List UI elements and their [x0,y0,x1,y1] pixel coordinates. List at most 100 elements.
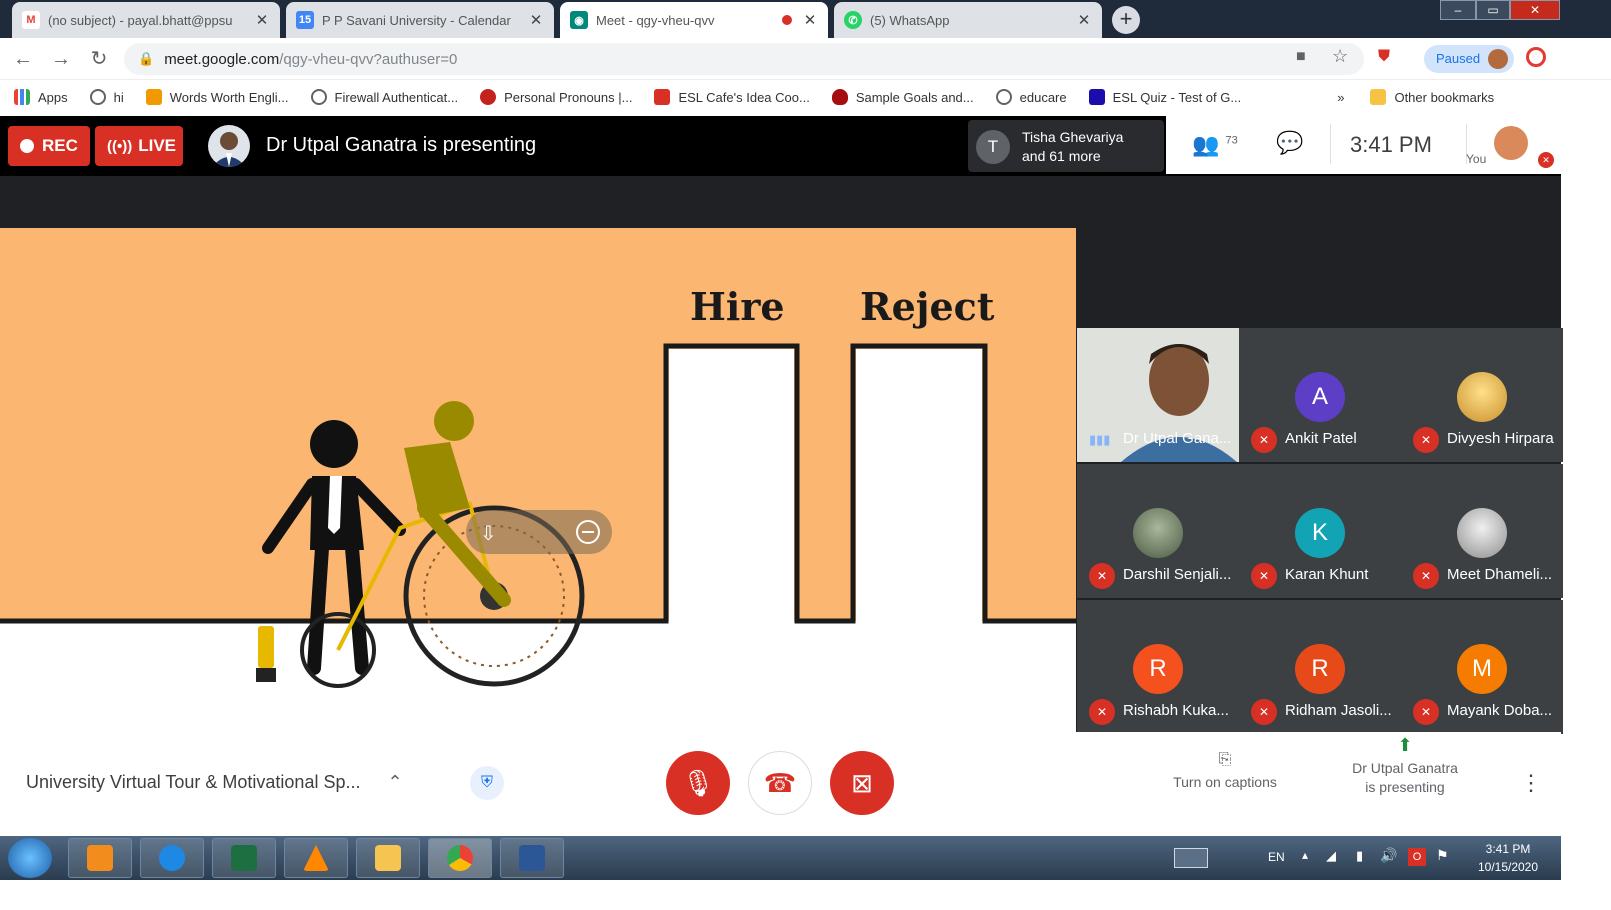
meeting-clock: 3:41 PM [1350,132,1432,157]
participant-avatar: K [1295,508,1345,558]
bookmark-apps[interactable]: Apps [14,89,68,105]
bookmark-educare[interactable]: educare [995,89,1067,105]
bookmark-star-icon[interactable]: ☆ [1332,46,1348,67]
keyboard-icon[interactable] [1174,848,1208,868]
close-tab-icon[interactable]: ✕ [1076,11,1092,29]
mic-off-icon: ✕ [1413,699,1439,725]
tab-meet[interactable]: ◉ Meet - qgy-vheu-qvv ✕ [560,2,828,38]
taskbar-excel[interactable] [212,838,276,878]
bookmark-hi[interactable]: hi [89,89,124,105]
close-tab-icon[interactable]: ✕ [528,11,544,29]
bookmark-pronouns[interactable]: Personal Pronouns |... [480,89,632,105]
participant-name: Meet Dhameli... [1447,566,1553,583]
participant-tile[interactable]: ✕ Meet Dhameli... [1401,464,1563,598]
participant-name: Ridham Jasoli... [1285,702,1392,719]
leave-call-button[interactable]: ☎ [748,751,812,815]
opera-icon[interactable] [1526,47,1546,67]
taskbar-internet-explorer[interactable] [140,838,204,878]
participant-tile[interactable]: ✕ Darshil Senjali... [1077,464,1239,598]
bookmarks-overflow-button[interactable]: » [1337,90,1344,105]
chat-button[interactable]: 💬 [1276,130,1303,156]
network-icon[interactable]: ◢ [1326,848,1336,864]
participant-name: Karan Khunt [1285,566,1369,583]
more-options-icon[interactable]: ⋮ [1520,770,1542,796]
meeting-details-button[interactable]: University Virtual Tour & Motivational S… [26,772,403,793]
new-tab-button[interactable]: + [1112,6,1140,34]
record-dot-icon [20,139,34,153]
participant-tile[interactable]: R ✕ Rishabh Kuka... [1077,600,1239,734]
language-indicator[interactable]: EN [1268,850,1285,864]
participant-name: Ankit Patel [1285,430,1357,447]
captions-label: Turn on captions [1173,774,1277,790]
word-icon [519,845,545,871]
participant-tile-video[interactable]: ▮▮▮ Dr Utpal Gana... [1077,328,1239,462]
bookmark-esl-cafe[interactable]: ESL Cafe's Idea Coo... [654,89,810,105]
chrome-icon [447,845,473,871]
url-path: /qgy-vheu-qvv?authuser=0 [279,50,458,68]
participant-name: Dr Utpal Gana... [1123,430,1232,447]
you-label: You [1466,152,1487,166]
bookmark-esl-quiz[interactable]: ESL Quiz - Test of G... [1088,89,1241,105]
participant-tile[interactable]: A ✕ Ankit Patel [1239,328,1401,462]
captions-button[interactable]: ⎘ Turn on captions [1160,750,1290,792]
participant-tile[interactable]: M ✕ Mayank Doba... [1401,600,1563,734]
bookmark-words-worth[interactable]: Words Worth Engli... [145,89,289,105]
taskbar-word[interactable] [500,838,564,878]
close-window-button[interactable]: ✕ [1510,0,1560,20]
presenting-line2: is presenting [1365,779,1445,795]
taskbar-media-player[interactable] [68,838,132,878]
bookmark-sample-goals[interactable]: Sample Goals and... [831,89,974,105]
start-button[interactable] [8,838,52,878]
presenting-line1: Dr Utpal Ganatra [1352,760,1458,776]
joiner-name: Tisha Ghevariya [1022,129,1124,145]
tab-gmail[interactable]: M (no subject) - payal.bhatt@ppsu ✕ [12,2,280,38]
presentation-button[interactable]: ⬆ Dr Utpal Ganatra is presenting [1340,736,1470,797]
participant-tile[interactable]: ✕ Divyesh Hirpara [1401,328,1563,462]
bookmark-label: Firewall Authenticat... [334,89,459,105]
taskbar-vlc[interactable] [284,838,348,878]
address-bar[interactable]: 🔒 meet.google.com /qgy-vheu-qvv?authuser… [124,43,1364,75]
live-label: LIVE [138,136,177,155]
meet-icon: ◉ [570,11,588,29]
captions-icon: ⎘ [1218,751,1232,768]
system-clock[interactable]: 3:41 PM 10/15/2020 [1468,840,1548,876]
battery-icon[interactable]: ▮ [1356,848,1363,864]
tab-whatsapp[interactable]: ✆ (5) WhatsApp ✕ [834,2,1102,38]
bookmark-firewall[interactable]: Firewall Authenticat... [310,89,459,105]
other-bookmarks-button[interactable]: Other bookmarks [1370,89,1494,105]
ww-icon [145,89,162,105]
profile-paused-button[interactable]: Paused [1424,45,1514,73]
host-controls-shield-icon[interactable]: ⛨ [470,766,504,800]
reload-button[interactable]: ↻ [86,46,112,72]
close-tab-icon[interactable]: ✕ [254,11,270,29]
camera-toggle-button[interactable]: ⊠ [830,751,894,815]
microphone-toggle-button[interactable]: 🎙 [666,751,730,815]
opera-tray-icon[interactable]: O [1408,848,1426,866]
present-screen-icon: ⬆ [1397,735,1413,755]
volume-icon[interactable]: 🔊 [1380,847,1397,864]
participant-tile[interactable]: K ✕ Karan Khunt [1239,464,1401,598]
camera-icon[interactable]: ■ [1296,48,1306,66]
back-button[interactable]: ← [10,46,36,72]
taskbar-chrome[interactable] [428,838,492,878]
action-center-flag-icon[interactable]: ⚑ [1436,847,1449,864]
other-bookmarks-label: Other bookmarks [1394,89,1495,105]
joiner-avatar: T [976,130,1010,164]
self-avatar[interactable] [1494,126,1528,160]
taskbar-file-explorer[interactable] [356,838,420,878]
recent-joiner-notice[interactable]: T Tisha Ghevariya and 61 more [968,120,1164,172]
presenter-photo [212,132,246,167]
maximize-button[interactable]: ▭ [1476,0,1510,20]
speaking-indicator-icon: ▮▮▮ [1089,432,1111,447]
participant-tile[interactable]: R ✕ Ridham Jasoli... [1239,600,1401,734]
extension-shield-icon[interactable]: ⛊ [1378,48,1390,66]
participant-avatar: M [1457,644,1507,694]
forward-button[interactable]: → [48,46,74,72]
profile-avatar [1488,49,1508,69]
tab-calendar[interactable]: 15 P P Savani University - Calendar ✕ [286,2,554,38]
tray-expand-icon[interactable]: ▴ [1302,848,1308,862]
close-tab-icon[interactable]: ✕ [802,11,818,29]
mic-off-icon: ✕ [1251,699,1277,725]
people-button[interactable]: 👥 73 [1192,132,1238,158]
minimize-button[interactable]: – [1440,0,1476,20]
